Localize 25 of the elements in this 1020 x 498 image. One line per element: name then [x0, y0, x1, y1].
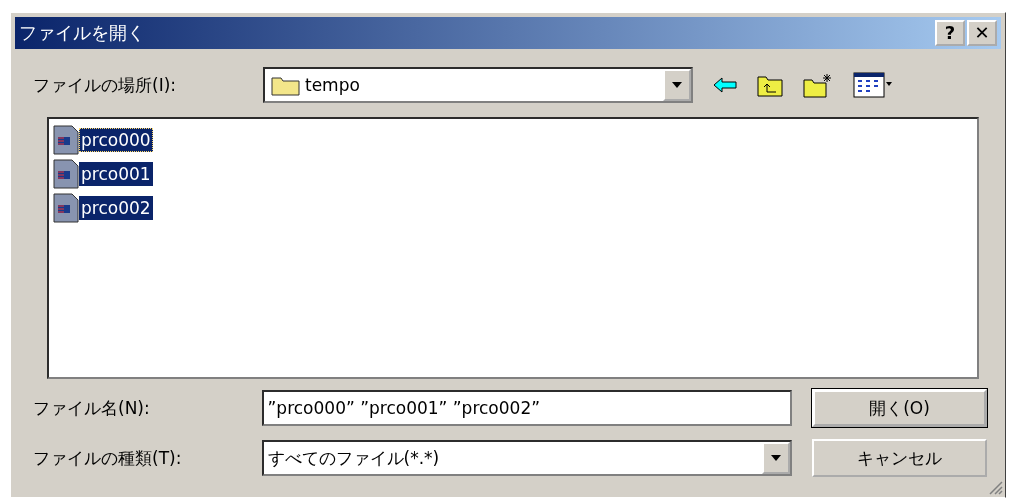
- filetype-label: ファイルの種類(T):: [32, 446, 183, 470]
- dropdown-arrow-icon: [672, 82, 682, 88]
- dropdown-arrow-icon: [771, 455, 782, 461]
- file-name[interactable]: prco001: [79, 162, 153, 186]
- resize-grip-icon[interactable]: [987, 479, 1003, 495]
- close-button[interactable]: ✕: [967, 20, 997, 46]
- file-icon: [53, 193, 79, 223]
- filetype-dropdown[interactable]: すべてのファイル(*.*): [261, 440, 793, 476]
- new-folder-icon[interactable]: [803, 72, 833, 98]
- file-name[interactable]: prco002: [79, 196, 153, 220]
- window-title: ファイルを開く: [19, 21, 146, 45]
- back-arrow-icon[interactable]: [713, 77, 737, 93]
- help-button[interactable]: ?: [935, 20, 965, 46]
- up-folder-icon[interactable]: [757, 73, 783, 97]
- view-menu-icon[interactable]: [853, 72, 893, 98]
- location-label: ファイルの場所(I):: [32, 73, 177, 97]
- folder-icon: [271, 74, 301, 96]
- file-icon: [53, 159, 79, 189]
- filename-label: ファイル名(N):: [32, 396, 151, 420]
- open-button[interactable]: 開く(O): [812, 389, 987, 427]
- file-name[interactable]: prco000: [79, 128, 153, 152]
- file-icon: [53, 125, 79, 155]
- filename-field[interactable]: ”prco000” ”prco001” ”prco002”: [261, 390, 793, 426]
- cancel-button[interactable]: キャンセル: [812, 439, 987, 477]
- location-dropdown[interactable]: tempo: [263, 67, 693, 103]
